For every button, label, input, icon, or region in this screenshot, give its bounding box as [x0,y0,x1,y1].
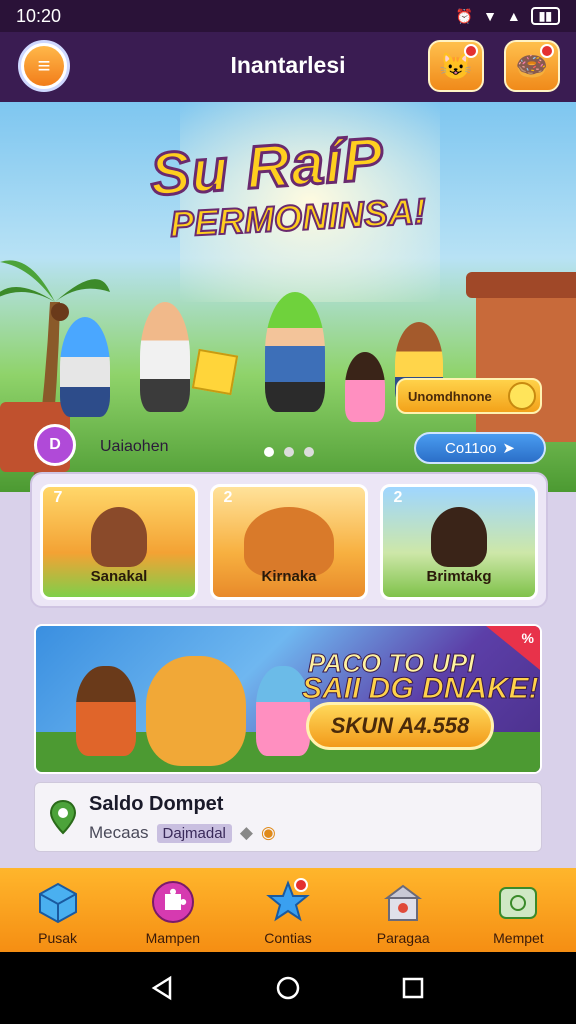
shop-button[interactable]: 🍩 [504,40,560,92]
home-circle-icon[interactable] [275,975,301,1001]
game-character-image [91,507,147,567]
recents-icon[interactable] [400,975,426,1001]
signal-icon: ▲ [506,8,521,24]
game-card[interactable]: 2 Kirnaka [210,484,368,600]
coin-icon [508,382,536,410]
tag-icon: ◆ [239,823,253,842]
nav-item-mampen[interactable]: Mampen [115,868,230,952]
game-character-image [431,507,487,567]
nav-label: Contias [264,930,312,946]
promo-button[interactable]: SKUN A4.558 [306,702,494,750]
carousel-dot[interactable] [284,447,294,457]
wallet-details: Mecaas Dajmadal ◆ ◉ [89,823,276,843]
nav-label: Mempet [493,930,544,946]
character-1 [60,317,110,417]
page-title: Inantarlesi [230,52,346,78]
carousel-dot[interactable] [264,447,274,457]
wallet-title: Saldo Dompet [89,793,224,815]
nav-label: Paragaa [376,930,430,946]
coin-icon: ◉ [260,823,276,842]
hero-tag-label: Unomdhnone [408,388,492,404]
hero-tag[interactable]: Unomdhnone [396,378,542,414]
notification-badge [464,44,478,58]
character-4 [345,352,385,422]
wifi-icon: ▼ [483,8,497,24]
app-header: ≡ Inantarlesi 😺 🍩 [0,32,576,102]
system-navigation-bar [0,952,576,1024]
promo-subtitle: SAII DG DNAKE! [302,672,540,706]
gift-box-illustration [191,348,239,396]
arrow-icon: ➤ [502,440,515,457]
house-illustration [466,272,576,442]
bottom-navigation: Pusak Mampen Contias Paragaa Mempet [0,868,576,952]
nav-label: Pusak [38,930,78,946]
shop-icon [384,884,423,921]
game-rank: 7 [53,489,63,506]
cube-icon [38,882,77,924]
status-icons: ⏰ ▼ ▲ ▮▮ [456,7,560,25]
wallet-balance-pill: Dajmadal [156,823,232,843]
alarm-icon: ⏰ [455,7,474,24]
wallet-card[interactable]: Saldo Dompet Mecaas Dajmadal ◆ ◉ [34,782,542,852]
game-name: Kirnaka [261,568,317,585]
nav-item-pusak[interactable]: Pusak [0,868,115,952]
game-rank: 2 [393,489,403,506]
play-icon[interactable]: D [34,424,76,466]
back-icon[interactable] [150,975,176,1001]
promo-banner[interactable]: PACO TO UPI SAII DG DNAKE! SKUN A4.558 % [34,624,542,774]
game-character-image [244,507,334,577]
battery-icon: ▮▮ [530,7,560,25]
game-rank: 2 [223,489,233,506]
game-name: Brimtakg [426,568,492,585]
game-card[interactable]: 7 Sanakal [40,484,198,600]
carousel-dot[interactable] [304,447,314,457]
nav-label: Mampen [145,930,201,946]
status-time: 10:20 [16,5,62,26]
puzzle-icon [151,881,194,923]
location-pin-icon [49,799,77,835]
character-kid [76,666,136,756]
game-card[interactable]: 2 Brimtakg [380,484,538,600]
character-bear [146,656,246,766]
status-bar: 10:20 ⏰ ▼ ▲ ▮▮ [0,0,576,32]
character-2 [140,302,190,412]
hero-banner[interactable]: Su RaíP PERMONINSA! Unomdhnone D Uaiaohe… [0,102,576,492]
game-name: Sanakal [90,568,148,585]
wallet-icon [499,887,538,919]
character-3 [265,292,325,412]
hero-button-label: Co11oo [444,439,497,457]
nav-item-contias[interactable]: Contias [230,868,345,952]
shop-badge [540,44,554,58]
hero-action-button[interactable]: Co11oo ➤ [414,432,546,464]
nav-item-mempet[interactable]: Mempet [461,868,576,952]
nav-item-paragaa[interactable]: Paragaa [346,868,461,952]
carousel-indicator [264,447,314,457]
hero-label: Uaiaohen [100,438,169,455]
wallet-sub-label: Mecaas [89,823,149,842]
discount-corner: % [486,626,540,670]
profile-button[interactable]: 😺 [428,40,484,92]
